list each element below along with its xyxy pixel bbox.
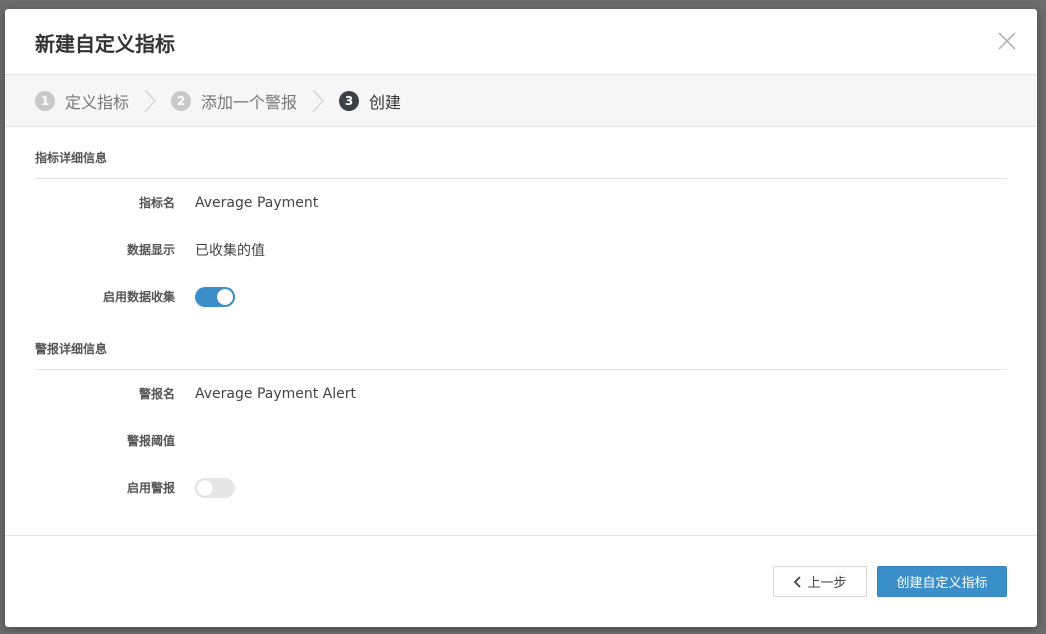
enable-alert-toggle[interactable] [195, 477, 235, 498]
step-number: 1 [35, 90, 55, 111]
new-custom-metric-dialog: 新建自定义指标 1 定义指标 2 添加一个警报 3 创建 指标详细信息 指标名 … [5, 9, 1037, 627]
data-display-value: 已收集的值 [195, 242, 265, 259]
enable-alert-row: 启用警报 [35, 464, 1007, 511]
wizard-steps: 1 定义指标 2 添加一个警报 3 创建 [5, 75, 1037, 127]
alert-details-heading: 警报详细信息 [35, 320, 1007, 370]
toggle-knob [197, 479, 213, 496]
enable-alert-label: 启用警报 [126, 481, 175, 495]
dialog-footer: 上一步 创建自定义指标 [5, 535, 1037, 627]
metric-name-row: 指标名 Average Payment [35, 179, 1007, 226]
dialog-title: 新建自定义指标 [35, 32, 175, 56]
toggle-knob [217, 288, 233, 305]
wizard-step-1[interactable]: 1 定义指标 [35, 89, 129, 113]
close-button[interactable] [997, 31, 1017, 51]
close-icon [998, 32, 1016, 50]
step-label: 创建 [369, 92, 402, 112]
create-custom-metric-button[interactable]: 创建自定义指标 [877, 566, 1007, 597]
metric-details-heading: 指标详细信息 [35, 127, 1007, 179]
alert-name-label: 警报名 [138, 387, 175, 401]
metric-name-label: 指标名 [138, 196, 175, 210]
chevron-right-icon [135, 86, 165, 116]
data-display-row: 数据显示 已收集的值 [35, 226, 1007, 273]
previous-step-button[interactable]: 上一步 [773, 566, 867, 597]
wizard-step-3: 3 创建 [339, 89, 401, 113]
step-number: 3 [339, 90, 360, 111]
step-label: 添加一个警报 [201, 92, 298, 112]
dialog-body: 指标详细信息 指标名 Average Payment 数据显示 已收集的值 启用… [5, 127, 1037, 511]
data-collection-row: 启用数据收集 [35, 273, 1007, 320]
wizard-step-2[interactable]: 2 添加一个警报 [171, 89, 297, 113]
step-label: 定义指标 [65, 92, 130, 112]
data-collection-label: 启用数据收集 [102, 290, 175, 304]
alert-threshold-row: 警报阈值 [35, 417, 1007, 464]
alert-name-row: 警报名 Average Payment Alert [35, 370, 1007, 417]
metric-name-value: Average Payment [195, 194, 319, 211]
dialog-header: 新建自定义指标 [5, 9, 1037, 75]
step-number: 2 [171, 90, 192, 111]
data-collection-toggle[interactable] [195, 286, 235, 307]
alert-threshold-label: 警报阈值 [126, 434, 175, 448]
data-display-label: 数据显示 [126, 243, 175, 257]
chevron-left-icon [794, 575, 802, 588]
alert-name-value: Average Payment Alert [195, 385, 357, 402]
chevron-right-icon [303, 86, 333, 116]
previous-step-label: 上一步 [807, 576, 847, 591]
